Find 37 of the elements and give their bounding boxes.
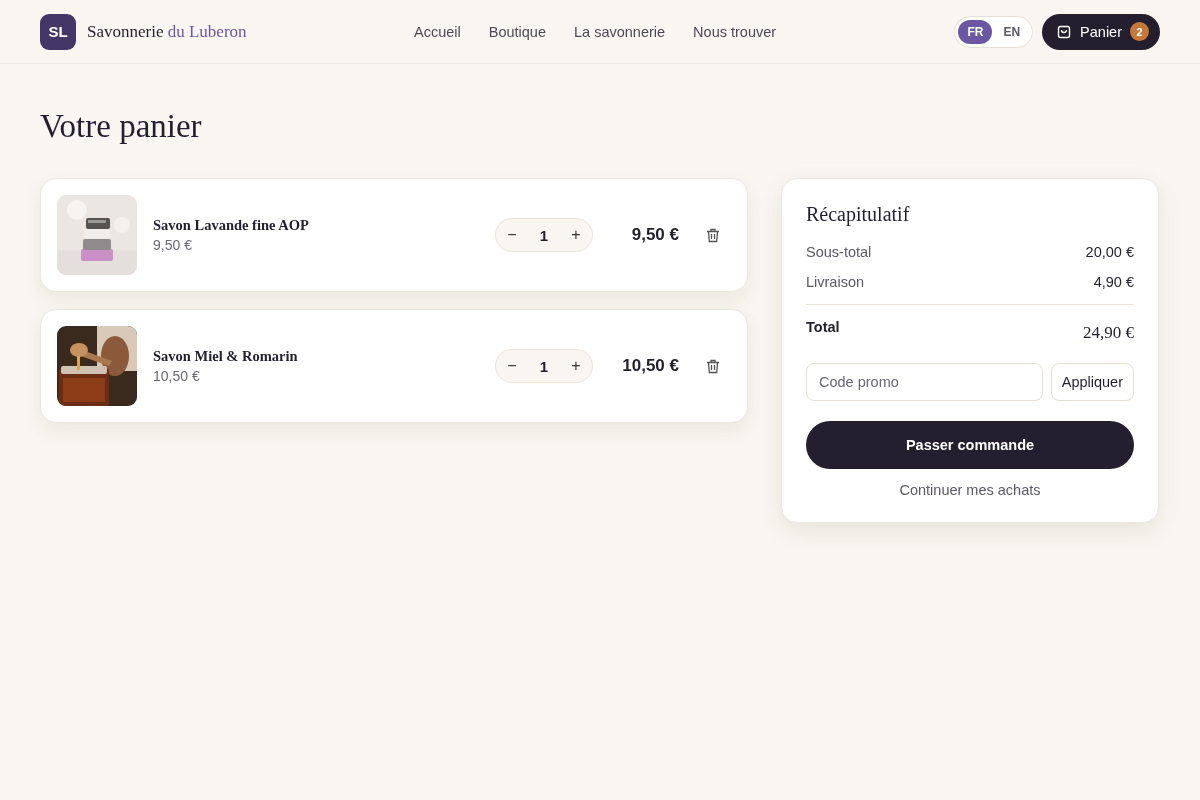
checkout-button[interactable]: Passer commande <box>806 421 1134 469</box>
line-total: 10,50 € <box>621 356 679 376</box>
nav-link[interactable]: Accueil <box>414 23 461 40</box>
total-label: Total <box>806 319 840 335</box>
trash-icon[interactable] <box>706 358 720 374</box>
language-option[interactable]: EN <box>994 19 1030 44</box>
nav-link[interactable]: Boutique <box>488 23 546 40</box>
summary-title: Récapitulatif <box>806 203 911 226</box>
total-value: 24,90 € <box>1083 323 1134 343</box>
continue-shopping-link[interactable]: Continuer mes achats <box>899 482 1041 498</box>
apply-button[interactable]: Appliquer <box>1050 363 1134 401</box>
trash-icon[interactable] <box>706 227 720 243</box>
product-name: Savon Lavande fine AOP <box>153 217 310 234</box>
quantity-value: 1 <box>539 357 549 375</box>
decrease-button[interactable]: − <box>496 356 528 376</box>
logo[interactable]: SL <box>40 13 76 50</box>
unit-price: 9,50 € <box>153 237 193 253</box>
summary-label: Livraison <box>806 274 865 290</box>
nav-link[interactable]: La savonnerie <box>574 23 666 40</box>
decrease-button[interactable]: − <box>496 225 528 245</box>
line-total: 9,50 € <box>630 225 679 245</box>
language-option[interactable]: FR <box>958 19 993 44</box>
quantity-value: 1 <box>539 226 549 244</box>
summary-label: Sous-total <box>806 244 872 260</box>
cart-count-badge: 2 <box>1130 22 1149 41</box>
increase-button[interactable]: + <box>560 356 592 376</box>
cart-button[interactable]: Panier 2 <box>1042 13 1160 50</box>
increase-button[interactable]: + <box>560 225 592 245</box>
nav-link[interactable]: Nous trouver <box>693 23 777 40</box>
summary-value: 20,00 € <box>1085 244 1134 260</box>
promo-code-field[interactable]: Code promo <box>806 363 1043 401</box>
page-title: Votre panier <box>40 108 203 144</box>
summary-value: 4,90 € <box>1093 274 1134 290</box>
brand-name[interactable]: Savonnerie du Luberon <box>87 21 247 42</box>
product-name: Savon Miel & Romarin <box>153 348 299 365</box>
bag-icon <box>1056 23 1073 40</box>
unit-price: 10,50 € <box>153 368 201 384</box>
